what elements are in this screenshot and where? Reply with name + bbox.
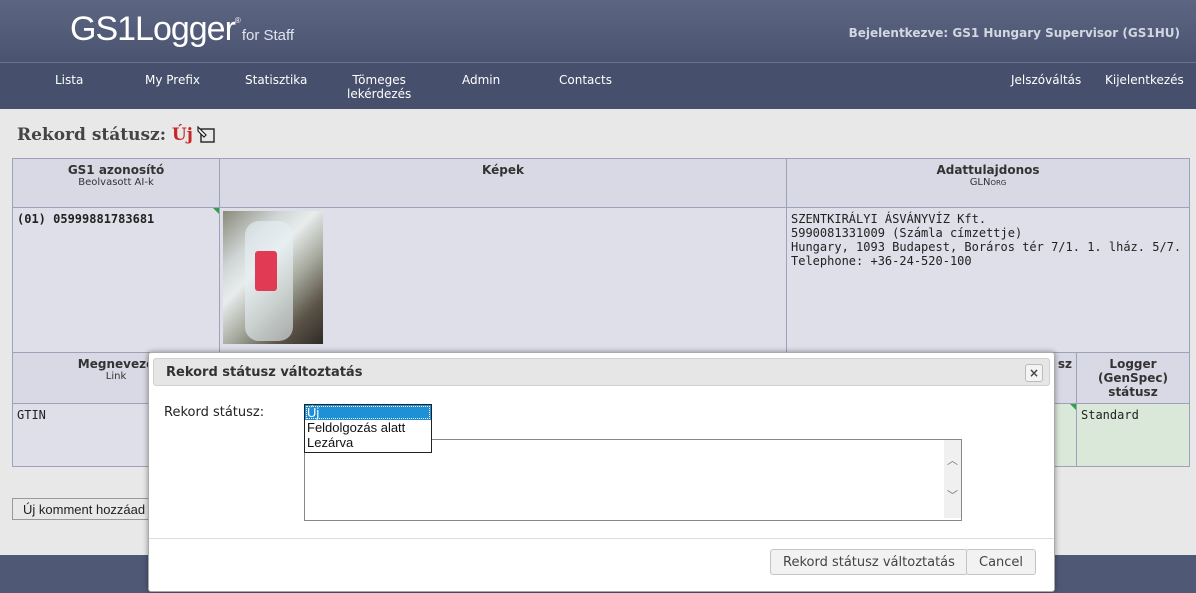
chevron-up-icon[interactable]: ︿: [947, 455, 958, 466]
add-comment-button[interactable]: Új komment hozzáad: [12, 498, 157, 520]
dialog-title-bar: Rekord státusz változtatás ×: [153, 358, 1050, 386]
header-owner-label: Adattulajdonos: [936, 163, 1040, 177]
cancel-button[interactable]: Cancel: [966, 549, 1037, 575]
status-field-label: Rekord státusz:: [164, 405, 265, 420]
nav-contacts[interactable]: Contacts: [559, 73, 612, 87]
status-change-dialog: Rekord státusz változtatás × Rekord stát…: [148, 352, 1055, 592]
nav-statisztika[interactable]: Statisztika: [245, 73, 307, 87]
header-gs1-id-sub: Beolvasott AI-k: [78, 177, 154, 188]
comment-flag-icon: [213, 208, 219, 214]
logo-sub-text: for Staff: [241, 27, 295, 44]
record-status-title: Rekord státusz: Új: [17, 125, 193, 145]
logo-registered-mark: ®: [234, 16, 241, 25]
gs1logger-logo[interactable]: GS1Logger®for Staff: [70, 10, 294, 49]
edit-status-icon[interactable]: [196, 126, 216, 144]
dialog-separator: [149, 538, 1054, 539]
chevron-down-icon[interactable]: ﹀: [947, 490, 958, 501]
gs1-id-value: (01) 05999881783681: [17, 212, 155, 226]
app-header: GS1Logger®for Staff Bejelentkezve: GS1 H…: [0, 0, 1196, 62]
main-nav: Lista My Prefix Statisztika Tömeges leké…: [0, 62, 1196, 109]
nav-admin[interactable]: Admin: [462, 73, 500, 87]
logger-status-cell: Standard: [1076, 403, 1190, 467]
textarea-scrollbar[interactable]: ︿ ﹀: [944, 440, 961, 518]
comment-flag-icon-2: [1070, 404, 1076, 410]
nav-kijelentkezes[interactable]: Kijelentkezés: [1105, 73, 1184, 87]
nav-lista[interactable]: Lista: [55, 73, 83, 87]
header-adattulajdonos: Adattulajdonos GLNORG: [786, 158, 1190, 208]
nav-my-prefix[interactable]: My Prefix: [145, 73, 200, 87]
logo-main-text: GS1Logger: [70, 10, 236, 48]
nav-tomeges-line1: Tömeges: [352, 73, 406, 87]
status-listbox[interactable]: Új Feldolgozás alatt Lezárva: [304, 404, 432, 453]
nav-tomeges-lekerdezes[interactable]: Tömeges lekérdezés: [347, 73, 411, 101]
dialog-title: Rekord státusz változtatás: [166, 365, 363, 380]
nav-jelszovaltas[interactable]: Jelszóváltás: [1011, 73, 1081, 87]
header-kepek: Képek: [219, 158, 787, 208]
header-gs1-id: GS1 azonosító Beolvasott AI-k: [12, 158, 220, 208]
submit-status-button[interactable]: Rekord státusz változtatás: [770, 549, 968, 575]
header-owner-gln: GLN: [969, 177, 991, 188]
close-icon[interactable]: ×: [1025, 364, 1043, 382]
owner-cell: SZENTKIRÁLYI ÁSVÁNYVÍZ Kft. 599008133100…: [786, 207, 1190, 353]
header-owner-sub: GLNORG: [791, 177, 1185, 188]
product-photo[interactable]: [223, 211, 323, 344]
owner-phone: Telephone: +36-24-520-100: [791, 254, 972, 268]
logged-in-user: Bejelentkezve: GS1 Hungary Supervisor (G…: [848, 26, 1180, 40]
header-logger-status: Logger (GenSpec) státusz: [1076, 352, 1190, 404]
owner-name: SZENTKIRÁLYI ÁSVÁNYVÍZ Kft.: [791, 212, 987, 226]
record-status-prefix: Rekord státusz:: [17, 125, 166, 145]
status-option-uj[interactable]: Új: [305, 405, 431, 420]
header-megnevezes-label: Megnevezé: [77, 357, 155, 371]
owner-address: Hungary, 1093 Budapest, Boráros tér 7/1.…: [791, 240, 1182, 254]
images-cell: [219, 207, 787, 353]
record-status-value: Új: [171, 125, 193, 145]
nav-tomeges-line2: lekérdezés: [347, 87, 412, 101]
status-option-feldolgozas[interactable]: Feldolgozás alatt: [305, 420, 431, 435]
bottle-label-shape: [255, 251, 277, 291]
header-gs1-id-label: GS1 azonosító: [67, 163, 165, 177]
owner-gln: 5990081331009 (Számla címzettje): [791, 226, 1023, 240]
header-owner-gln-sub: ORG: [990, 179, 1007, 187]
record-detail-table: GS1 azonosító Beolvasott AI-k Képek Adat…: [12, 158, 1190, 353]
status-option-lezarva[interactable]: Lezárva: [305, 435, 431, 450]
gs1-id-cell: (01) 05999881783681: [12, 207, 220, 353]
